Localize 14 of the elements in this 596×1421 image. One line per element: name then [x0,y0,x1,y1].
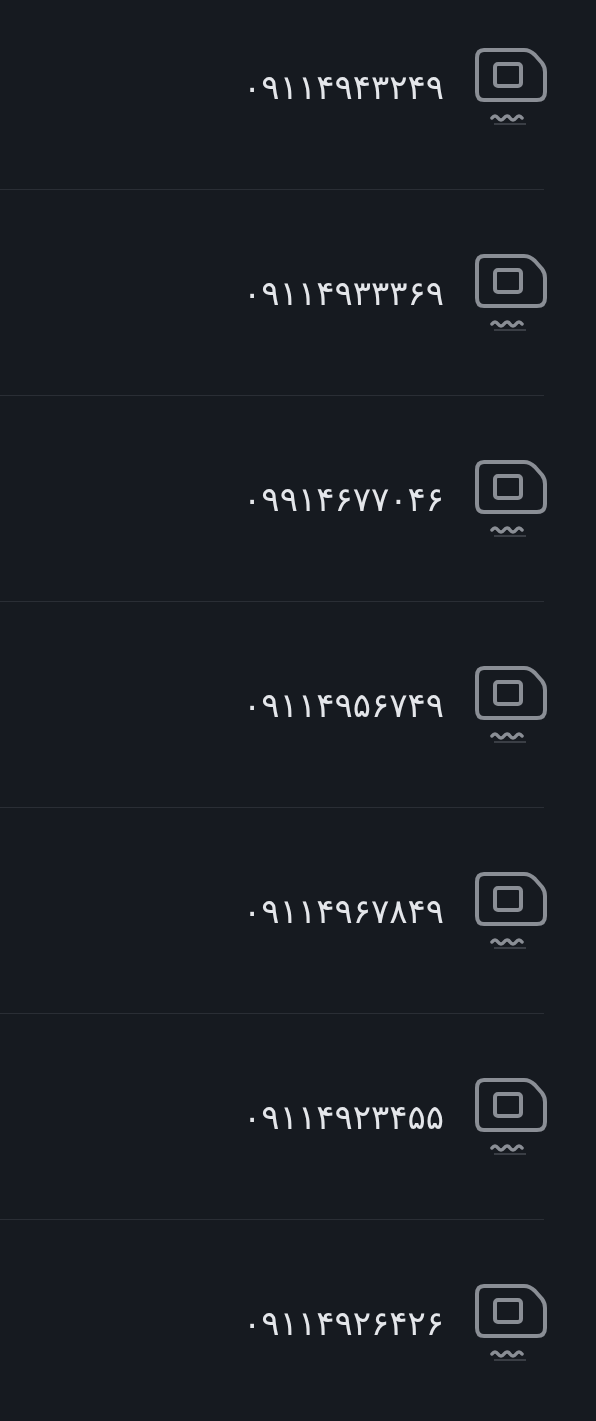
sim-card-icon [474,663,548,746]
phone-number: ۰۹۱۱۴۹۲۶۴۲۶ [243,1302,444,1343]
phone-number: ۰۹۱۱۴۹۳۳۳۶۹ [243,272,444,313]
phone-number: ۰۹۱۱۴۹۲۳۴۵۵ [243,1096,444,1137]
sim-card-icon [474,46,548,128]
phone-number: ۰۹۹۱۴۶۷۷۰۴۶ [243,478,444,519]
sim-card-icon [474,1075,548,1158]
sim-card-icon [474,457,548,540]
sim-card-icon [474,869,548,952]
sim-card-icon [474,251,548,334]
sim-card-icon [474,1281,548,1364]
phone-number: ۰۹۱۱۴۹۴۳۲۴۹ [243,67,444,107]
phone-number: ۰۹۱۱۴۹۵۶۷۴۹ [243,684,444,725]
phone-number: ۰۹۱۱۴۹۶۷۸۴۹ [243,890,444,931]
